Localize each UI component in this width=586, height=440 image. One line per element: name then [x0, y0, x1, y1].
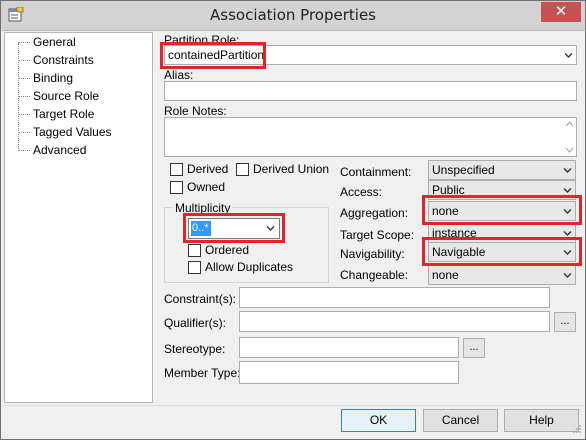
- containment-combo[interactable]: Unspecified: [428, 160, 576, 180]
- tree-branch: [18, 113, 30, 115]
- category-tree[interactable]: General Constraints Binding Source Role …: [4, 32, 153, 403]
- chevron-down-icon: [563, 168, 572, 173]
- chevron-down-icon: [563, 273, 572, 278]
- target-role-panel: Partition Role: containedPartition Alias…: [155, 32, 584, 403]
- tree-branch: [18, 149, 30, 151]
- scroll-up-icon[interactable]: [565, 120, 574, 127]
- highlight-navigability: [422, 237, 582, 266]
- help-button[interactable]: Help: [504, 409, 579, 432]
- navigability-label: Navigability:: [340, 247, 405, 261]
- allow-duplicates-label: Allow Duplicates: [205, 260, 294, 274]
- tree-item-label: Source Role: [33, 89, 100, 103]
- role-notes-label: Role Notes:: [164, 104, 227, 118]
- tree-item-general[interactable]: General: [18, 33, 77, 51]
- tree-branch: [18, 95, 30, 97]
- checkbox-box: [188, 243, 201, 257]
- tree-branch: [18, 41, 30, 43]
- access-label: Access:: [340, 185, 383, 199]
- tree-branch: [18, 77, 30, 79]
- constraints-field[interactable]: [239, 287, 550, 308]
- ok-button[interactable]: OK: [341, 409, 416, 432]
- changeable-label: Changeable:: [340, 268, 409, 282]
- containment-label: Containment:: [340, 165, 412, 179]
- qualifiers-browse-button[interactable]: ...: [554, 312, 576, 332]
- derived-label: Derived: [187, 162, 229, 176]
- highlight-aggregation: [422, 195, 582, 225]
- checkbox-box: [188, 260, 201, 274]
- tree-item-constraints[interactable]: Constraints: [18, 51, 95, 69]
- stereotype-field[interactable]: [239, 337, 459, 358]
- derived-union-label: Derived Union: [253, 162, 330, 176]
- owned-label: Owned: [187, 180, 226, 194]
- tree-item-label: Target Role: [33, 107, 95, 121]
- tree-item-label: Binding: [33, 71, 74, 85]
- tree-item-label: General: [33, 35, 76, 49]
- checkbox-box: [170, 180, 183, 194]
- tree-branch: [18, 59, 30, 61]
- derived-union-checkbox[interactable]: Derived Union: [236, 162, 329, 176]
- chevron-down-icon: [563, 188, 572, 193]
- stereotype-label: Stereotype:: [164, 342, 226, 356]
- checkbox-box: [236, 162, 249, 176]
- association-properties-dialog: Association Properties ✕ General Constra…: [0, 0, 586, 440]
- highlight-multiplicity: [183, 213, 285, 243]
- footer-separator: [2, 405, 584, 406]
- alias-field[interactable]: [164, 81, 577, 101]
- derived-checkbox[interactable]: Derived: [170, 162, 228, 176]
- close-icon: ✕: [554, 2, 568, 20]
- tree-item-label: Tagged Values: [33, 125, 112, 139]
- member-type-field[interactable]: [239, 361, 459, 384]
- allow-duplicates-checkbox[interactable]: Allow Duplicates: [188, 260, 293, 274]
- cancel-button[interactable]: Cancel: [423, 409, 498, 432]
- owned-checkbox[interactable]: Owned: [170, 180, 225, 194]
- stereotype-browse-button[interactable]: ...: [463, 338, 485, 358]
- resize-grip-icon[interactable]: [572, 424, 582, 434]
- tree-item-target-role[interactable]: Target Role: [18, 105, 95, 123]
- chevron-down-icon: [564, 53, 573, 58]
- tree-item-label: Advanced: [33, 143, 87, 157]
- qualifiers-label: Qualifier(s):: [164, 316, 227, 330]
- alias-label: Alias:: [164, 68, 194, 82]
- tree-branch: [18, 131, 30, 133]
- constraints-label: Constraint(s):: [164, 292, 237, 306]
- dialog-client-area: General Constraints Binding Source Role …: [2, 30, 584, 436]
- member-type-label: Member Type:: [164, 366, 241, 380]
- containment-value: Unspecified: [432, 163, 495, 177]
- changeable-combo[interactable]: none: [428, 265, 576, 285]
- scroll-down-icon[interactable]: [565, 147, 574, 154]
- role-notes-field[interactable]: [164, 117, 577, 157]
- target-scope-label: Target Scope:: [340, 228, 415, 242]
- tree-item-label: Constraints: [33, 53, 94, 67]
- changeable-value: none: [432, 268, 459, 282]
- qualifiers-field[interactable]: [239, 311, 550, 332]
- close-button[interactable]: ✕: [541, 2, 581, 22]
- ordered-label: Ordered: [205, 243, 250, 257]
- dialog-title: Association Properties: [210, 6, 376, 24]
- tree-item-source-role[interactable]: Source Role: [18, 87, 100, 105]
- checkbox-box: [170, 162, 183, 176]
- ordered-checkbox[interactable]: Ordered: [188, 243, 249, 257]
- tree-item-tagged-values[interactable]: Tagged Values: [18, 123, 113, 141]
- tree-item-binding[interactable]: Binding: [18, 69, 74, 87]
- aggregation-label: Aggregation:: [340, 206, 409, 220]
- tree-item-advanced[interactable]: Advanced: [18, 141, 87, 159]
- highlight-partition-role: [160, 42, 266, 69]
- title-bar[interactable]: Association Properties ✕: [1, 1, 585, 30]
